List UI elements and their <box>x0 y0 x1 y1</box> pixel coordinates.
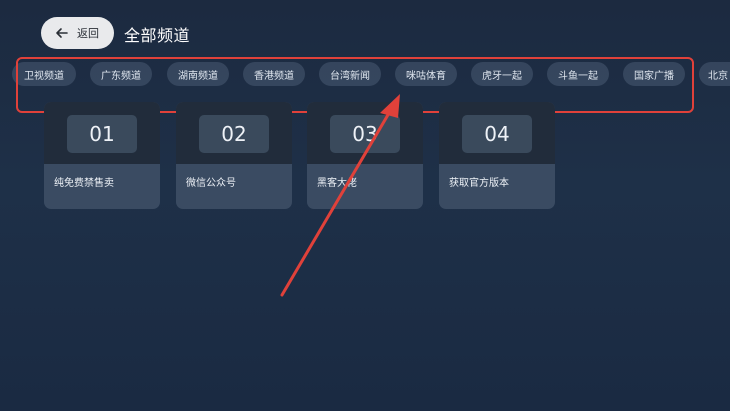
channel-number: 03 <box>330 115 400 153</box>
channel-name: 获取官方版本 <box>449 178 509 189</box>
channel-card[interactable]: 01 纯免费禁售卖 <box>44 102 160 209</box>
channel-card[interactable]: 04 获取官方版本 <box>439 102 555 209</box>
channel-number: 04 <box>462 115 532 153</box>
page-title: 全部频道 <box>124 26 191 45</box>
back-button[interactable]: 返回 <box>41 17 114 49</box>
arrow-left-icon <box>56 28 68 38</box>
channel-name: 纯免费禁售卖 <box>54 178 114 189</box>
channel-number: 02 <box>199 115 269 153</box>
channel-number: 01 <box>67 115 137 153</box>
channel-name: 黑客大佬 <box>317 178 357 189</box>
tab-beijing[interactable]: 北京 <box>699 62 730 86</box>
channel-name: 微信公众号 <box>186 178 236 189</box>
back-label: 返回 <box>77 27 99 40</box>
channel-card[interactable]: 03 黑客大佬 <box>307 102 423 209</box>
channel-card[interactable]: 02 微信公众号 <box>176 102 292 209</box>
